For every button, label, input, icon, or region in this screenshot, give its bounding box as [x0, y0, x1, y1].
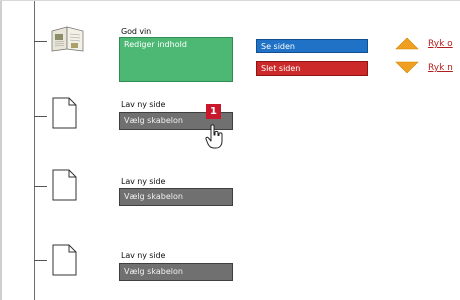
- left-border: [0, 1, 2, 300]
- new-page-label: Lav ny side: [121, 177, 166, 186]
- book-page-icon: [51, 26, 84, 52]
- tree-branch: [34, 41, 47, 42]
- move-down-link[interactable]: Ryk n: [428, 63, 453, 73]
- blank-page-icon: [52, 169, 77, 201]
- choose-template-button[interactable]: Vælg skabelon: [119, 188, 233, 206]
- delete-page-button[interactable]: Slet siden: [256, 61, 368, 76]
- tree-branch: [34, 116, 47, 117]
- tree-vertical-line: [34, 1, 35, 300]
- arrow-up-icon[interactable]: [395, 37, 419, 50]
- tree-branch: [34, 260, 47, 261]
- view-page-button[interactable]: Se siden: [256, 39, 368, 53]
- move-up-link[interactable]: Ryk o: [428, 39, 453, 49]
- edit-content-button[interactable]: Rediger indhold: [119, 37, 233, 82]
- new-page-label: Lav ny side: [121, 100, 166, 109]
- blank-page-icon: [52, 97, 77, 129]
- choose-template-button[interactable]: Vælg skabelon: [119, 263, 233, 281]
- blank-page-icon: [52, 244, 77, 276]
- page-title: God vin: [121, 27, 152, 36]
- tree-branch: [34, 186, 47, 187]
- hand-pointer-icon: [205, 124, 223, 149]
- step-badge: 1: [206, 104, 221, 119]
- new-page-label: Lav ny side: [121, 251, 166, 260]
- arrow-down-icon[interactable]: [395, 61, 419, 74]
